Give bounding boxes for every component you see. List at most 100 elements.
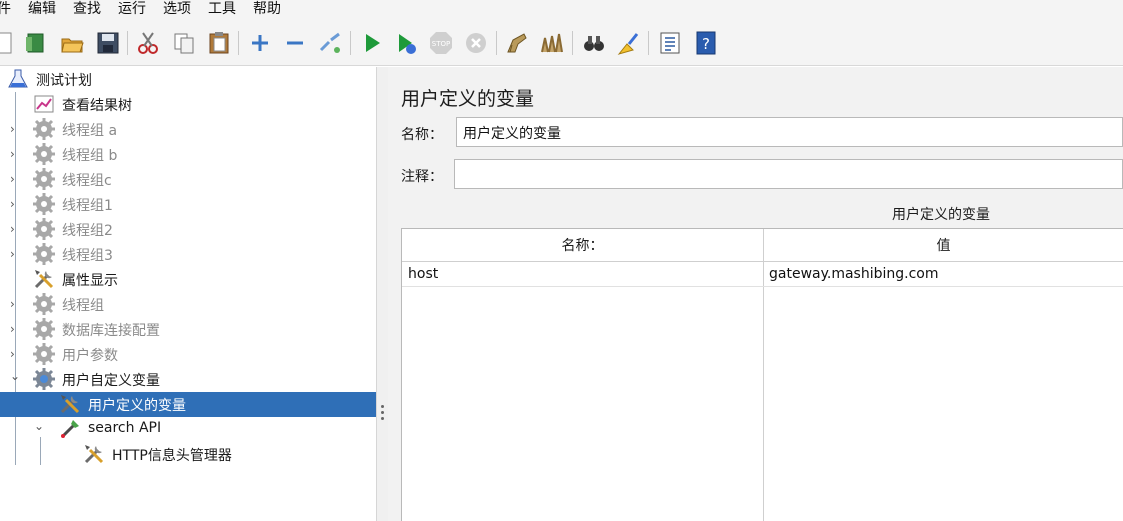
menu-edit[interactable]: 编辑 — [19, 0, 64, 20]
tree-item-0[interactable]: 测试计划 — [0, 67, 376, 92]
tree-item-label: 线程组2 — [62, 223, 113, 239]
column-header-value[interactable]: 值 — [763, 229, 1123, 262]
menu-options[interactable]: 选项 — [154, 0, 199, 20]
chevron-right-icon[interactable]: › — [10, 123, 22, 135]
chevron-right-icon[interactable]: › — [10, 173, 22, 185]
element-editor-panel: 用户定义的变量 名称： 用户定义的变量 注释： 用户定义的变量 名称： 值 ho… — [388, 67, 1123, 521]
tree-item-6[interactable]: › 线程组2 — [0, 217, 376, 242]
stop-icon[interactable]: STOP — [427, 29, 455, 57]
start-no-pause-icon[interactable] — [392, 29, 420, 57]
tree-item-label: 数据库连接配置 — [62, 323, 160, 339]
collapse-icon[interactable] — [281, 29, 309, 57]
gear-icon — [32, 317, 56, 341]
gear-icon — [32, 342, 56, 366]
variables-grid-title: 用户定义的变量 — [892, 207, 990, 223]
new-icon[interactable] — [0, 29, 18, 57]
chevron-right-icon[interactable]: › — [10, 298, 22, 310]
gear-icon — [32, 367, 56, 391]
tree-item-4[interactable]: › 线程组c — [0, 167, 376, 192]
results-tree-icon — [32, 92, 56, 116]
clear-icon[interactable] — [503, 29, 531, 57]
comment-field[interactable] — [454, 159, 1123, 189]
tree-item-11[interactable]: › 用户参数 — [0, 342, 376, 367]
tree-item-9[interactable]: › 线程组 — [0, 292, 376, 317]
chevron-down-icon[interactable]: ⌄ — [34, 420, 46, 432]
gear-icon — [32, 242, 56, 266]
panel-title: 用户定义的变量 — [401, 88, 535, 110]
chevron-right-icon[interactable]: › — [10, 248, 22, 260]
split-divider[interactable] — [376, 67, 388, 521]
chevron-right-icon[interactable]: › — [10, 348, 22, 360]
gear-icon — [32, 142, 56, 166]
tree-item-label: 属性显示 — [62, 273, 118, 289]
tree-item-10[interactable]: › 数据库连接配置 — [0, 317, 376, 342]
gear-icon — [32, 192, 56, 216]
cut-icon[interactable] — [134, 29, 162, 57]
name-label: 名称： — [401, 127, 443, 143]
tree-item-label: 用户定义的变量 — [88, 398, 186, 414]
open-icon[interactable] — [58, 29, 86, 57]
tree-item-2[interactable]: › 线程组 a — [0, 117, 376, 142]
tree-item-label: search API — [88, 420, 162, 436]
shutdown-icon[interactable] — [462, 29, 490, 57]
tree-item-3[interactable]: › 线程组 b — [0, 142, 376, 167]
expand-icon[interactable] — [246, 29, 274, 57]
cell-name[interactable]: host — [402, 262, 763, 287]
tree-item-label: 用户参数 — [62, 348, 118, 364]
gear-icon — [32, 167, 56, 191]
reset-search-icon[interactable] — [614, 29, 642, 57]
sampler-icon — [58, 417, 82, 441]
copy-icon[interactable] — [170, 29, 198, 57]
tools-icon — [82, 442, 106, 466]
tree-item-8[interactable]: 属性显示 — [0, 267, 376, 292]
chevron-right-icon[interactable]: › — [10, 323, 22, 335]
tree-item-label: 线程组 — [62, 298, 104, 314]
tree-item-label: 线程组1 — [62, 198, 113, 214]
tree-item-7[interactable]: › 线程组3 — [0, 242, 376, 267]
templates-icon[interactable] — [22, 29, 50, 57]
tree-item-12[interactable]: ⌄ 用户自定义变量 — [0, 367, 376, 392]
function-helper-icon[interactable] — [656, 29, 684, 57]
tools-icon — [58, 392, 82, 416]
chevron-right-icon[interactable]: › — [10, 198, 22, 210]
gear-icon — [32, 292, 56, 316]
tree-item-14[interactable]: ⌄ search API — [0, 417, 376, 442]
name-field[interactable]: 用户定义的变量 — [456, 117, 1123, 147]
start-icon[interactable] — [358, 29, 386, 57]
tree-item-label: 线程组 b — [62, 148, 118, 164]
clear-all-icon[interactable] — [538, 29, 566, 57]
toolbar: STOP ? — [0, 20, 1123, 66]
search-icon[interactable] — [580, 29, 608, 57]
tree-item-label: 线程组3 — [62, 248, 113, 264]
test-plan-tree: 测试计划 查看结果树 › 线程组 a › 线程组 b › 线程组c › 线程组1 › 线程组2 › 线程组… — [0, 67, 376, 521]
tree-item-label: HTTP信息头管理器 — [112, 448, 232, 464]
save-icon[interactable] — [94, 29, 122, 57]
tree-item-1[interactable]: 查看结果树 — [0, 92, 376, 117]
gear-icon — [32, 217, 56, 241]
chevron-right-icon[interactable]: › — [10, 223, 22, 235]
menu-tools[interactable]: 工具 — [199, 0, 244, 20]
chevron-down-icon[interactable]: ⌄ — [10, 370, 22, 382]
tree-item-13[interactable]: 用户定义的变量 — [0, 392, 376, 417]
menu-help[interactable]: 帮助 — [244, 0, 289, 20]
menu-bar: 件 编辑 查找 运行 选项 工具 帮助 — [0, 0, 1123, 20]
tree-item-5[interactable]: › 线程组1 — [0, 192, 376, 217]
tree-item-15[interactable]: HTTP信息头管理器 — [0, 442, 376, 467]
gear-icon — [32, 117, 56, 141]
tools-icon — [32, 267, 56, 291]
variables-table: 名称： 值 host gateway.mashibing.com — [401, 228, 1123, 521]
help-icon[interactable]: ? — [692, 29, 720, 57]
paste-icon[interactable] — [205, 29, 233, 57]
menu-search[interactable]: 查找 — [64, 0, 109, 20]
toggle-icon[interactable] — [316, 29, 344, 57]
tree-item-label: 线程组c — [62, 173, 112, 189]
cell-value[interactable]: gateway.mashibing.com — [763, 262, 1123, 287]
svg-text:?: ? — [702, 35, 710, 53]
menu-run[interactable]: 运行 — [109, 0, 154, 20]
tree-item-label: 用户自定义变量 — [62, 373, 160, 389]
comment-label: 注释： — [401, 169, 443, 185]
svg-text:STOP: STOP — [432, 40, 450, 48]
column-header-name[interactable]: 名称： — [402, 229, 763, 262]
menu-file[interactable]: 件 — [0, 0, 19, 20]
chevron-right-icon[interactable]: › — [10, 148, 22, 160]
